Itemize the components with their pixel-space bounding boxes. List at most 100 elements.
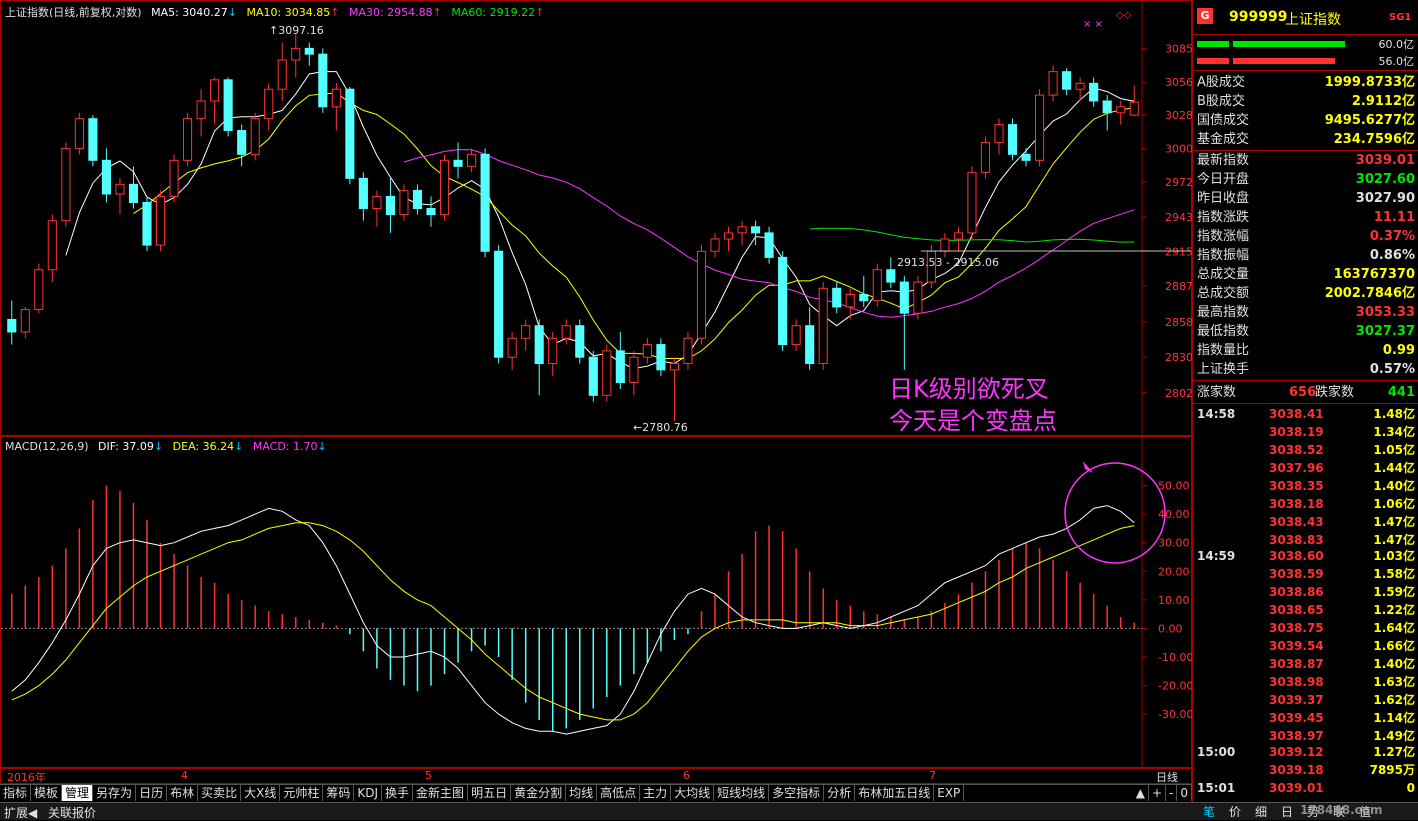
tick-row: 3039.45 1.14亿 bbox=[1193, 709, 1418, 727]
kline-panel[interactable]: 上证指数(日线,前复权,对数) MA5: 3040.27↓ MA10: 3034… bbox=[0, 0, 1193, 437]
quote-row: 指数涨跌 11.11 bbox=[1193, 208, 1418, 227]
tick-amount: 1.34亿 bbox=[1373, 425, 1415, 439]
tick-price: 3039.01 bbox=[1269, 781, 1324, 795]
candle bbox=[412, 189, 423, 210]
breadth-up: 656 bbox=[1289, 385, 1317, 400]
candle bbox=[7, 318, 17, 333]
tab-1[interactable]: 模板 bbox=[31, 785, 63, 801]
expand-button[interactable]: 扩展◀ bbox=[4, 804, 37, 821]
candle bbox=[913, 281, 923, 314]
tab-7[interactable]: 大X线 bbox=[241, 785, 281, 801]
tab-14[interactable]: 黄金分割 bbox=[511, 785, 567, 801]
tab-11[interactable]: 换手 bbox=[382, 785, 414, 801]
tab-6[interactable]: 买卖比 bbox=[198, 785, 242, 801]
high-label: ↑3097.16 bbox=[269, 24, 324, 37]
quote-row-value: 2002.7846亿 bbox=[1324, 286, 1415, 301]
tick-row: 3038.43 1.47亿 bbox=[1193, 513, 1418, 531]
period-label[interactable]: 日线 bbox=[1156, 769, 1178, 785]
tab-20[interactable]: 多空指标 bbox=[769, 785, 825, 801]
candle bbox=[1035, 94, 1045, 161]
tab-19[interactable]: 短线均线 bbox=[714, 785, 770, 801]
view-tick[interactable]: 笔 bbox=[1196, 803, 1222, 820]
tab-0[interactable]: 指标 bbox=[0, 785, 32, 801]
tab-4[interactable]: 日历 bbox=[136, 785, 168, 801]
quote-row-value: 9495.6277亿 bbox=[1324, 113, 1415, 128]
tab-10[interactable]: KDJ bbox=[354, 785, 383, 801]
candle bbox=[480, 153, 490, 252]
view-detail[interactable]: 细 bbox=[1248, 803, 1274, 820]
view-day[interactable]: 日 bbox=[1274, 803, 1300, 820]
macd-tick-label: -10.00 bbox=[1158, 651, 1193, 664]
tab-23[interactable]: EXP bbox=[934, 785, 965, 801]
candle bbox=[1007, 124, 1018, 155]
tab-16[interactable]: 高低点 bbox=[597, 785, 641, 801]
tab-9[interactable]: 筹码 bbox=[323, 785, 355, 801]
view-price[interactable]: 价 bbox=[1222, 803, 1248, 820]
annotation-line2: 今天是个变盘点 bbox=[889, 407, 1057, 435]
tab-12[interactable]: 金新主图 bbox=[413, 785, 469, 801]
quote-row-label: 指数振幅 bbox=[1197, 248, 1250, 263]
candle bbox=[994, 124, 1004, 143]
annotation: 日K级别欲死叉 今天是个变盘点 bbox=[889, 373, 1057, 437]
tick-amount: 1.22亿 bbox=[1373, 603, 1415, 617]
tab-15[interactable]: 均线 bbox=[566, 785, 598, 801]
tick-row: 3038.87 1.40亿 bbox=[1193, 655, 1418, 673]
related-quote-button[interactable]: 关联报价 bbox=[48, 804, 96, 821]
macd-chart[interactable]: 50.00 40.00 30.00 20.00 10.00 0.00 -10.00 -20.0… bbox=[1, 437, 1193, 769]
tick-row: 3038.18 1.06亿 bbox=[1193, 495, 1418, 513]
candle bbox=[764, 232, 774, 258]
tab-control-minus[interactable]: - bbox=[1166, 785, 1178, 801]
candle bbox=[967, 171, 977, 234]
volume-bar-1-value: 60.0亿 bbox=[1378, 38, 1415, 51]
candle bbox=[845, 293, 855, 308]
quote-row-value: 163767370 bbox=[1333, 267, 1415, 282]
tab-control-zero[interactable]: 0 bbox=[1177, 785, 1192, 801]
tick-price: 3038.18 bbox=[1269, 497, 1324, 511]
tab-8[interactable]: 元帅柱 bbox=[280, 785, 324, 801]
tick-row: 14:59 3038.60 1.03亿 bbox=[1193, 547, 1418, 565]
tab-control-up[interactable]: ▲ bbox=[1133, 785, 1149, 801]
tick-amount: 1.05亿 bbox=[1373, 443, 1415, 457]
tab-control-plus[interactable]: + bbox=[1149, 785, 1167, 801]
quote-row: 最新指数 3039.01 bbox=[1193, 151, 1418, 170]
candle bbox=[74, 118, 84, 149]
tab-3[interactable]: 另存为 bbox=[93, 785, 137, 801]
range-label: 2913.53 - 2915.06 bbox=[897, 256, 999, 269]
candle bbox=[101, 159, 111, 195]
tab-21[interactable]: 分析 bbox=[824, 785, 856, 801]
tick-price: 3038.35 bbox=[1269, 479, 1324, 493]
candle bbox=[1089, 82, 1099, 102]
macd-panel[interactable]: MACD(12,26,9) DIF: 37.09↓ DEA: 36.24↓ MA… bbox=[0, 436, 1193, 769]
quote-row: 昨日收盘 3027.90 bbox=[1193, 189, 1418, 208]
kline-chart[interactable]: 3085 3056 3028 3000 2972 2943 2915 2887 2858 2830… bbox=[1, 1, 1193, 437]
quote-row-value: 0.57% bbox=[1369, 362, 1415, 377]
candle bbox=[115, 183, 125, 195]
tick-row: 3038.98 1.63亿 bbox=[1193, 673, 1418, 691]
macd-tick-label: -30.00 bbox=[1158, 708, 1193, 721]
tab-5[interactable]: 布林 bbox=[167, 785, 199, 801]
candle bbox=[291, 47, 301, 61]
quote-row-label: 昨日收盘 bbox=[1197, 191, 1250, 206]
candle bbox=[385, 195, 395, 216]
tab-13[interactable]: 明五日 bbox=[468, 785, 512, 801]
candle bbox=[980, 141, 991, 173]
diamond-icon: ◇◇ bbox=[1116, 10, 1132, 21]
tick-row: 3038.75 1.64亿 bbox=[1193, 619, 1418, 637]
tick-price: 3038.86 bbox=[1269, 585, 1324, 599]
quote-panel: G 999999 上证指数 SG1 60.0亿 56.0亿 A股成交 1999.8… bbox=[1192, 0, 1418, 802]
quote-row: 今日开盘 3027.60 bbox=[1193, 170, 1418, 189]
quote-row-label: 指数量比 bbox=[1197, 343, 1250, 358]
tab-18[interactable]: 大均线 bbox=[671, 785, 715, 801]
tab-17[interactable]: 主力 bbox=[640, 785, 672, 801]
x-label-3: 6 bbox=[683, 769, 690, 782]
volume-bar-1a bbox=[1197, 41, 1229, 47]
tick-amount: 1.59亿 bbox=[1373, 585, 1415, 599]
tick-row: 15:01 3039.01 0 bbox=[1193, 779, 1418, 797]
quote-row-value: 0.86% bbox=[1369, 248, 1415, 263]
tab-2[interactable]: 管理 bbox=[62, 785, 94, 801]
volume-bar-2b bbox=[1233, 58, 1335, 64]
candle bbox=[791, 325, 801, 346]
tab-22[interactable]: 布林加五日线 bbox=[855, 785, 935, 801]
candle bbox=[548, 337, 558, 365]
candle bbox=[304, 47, 314, 55]
